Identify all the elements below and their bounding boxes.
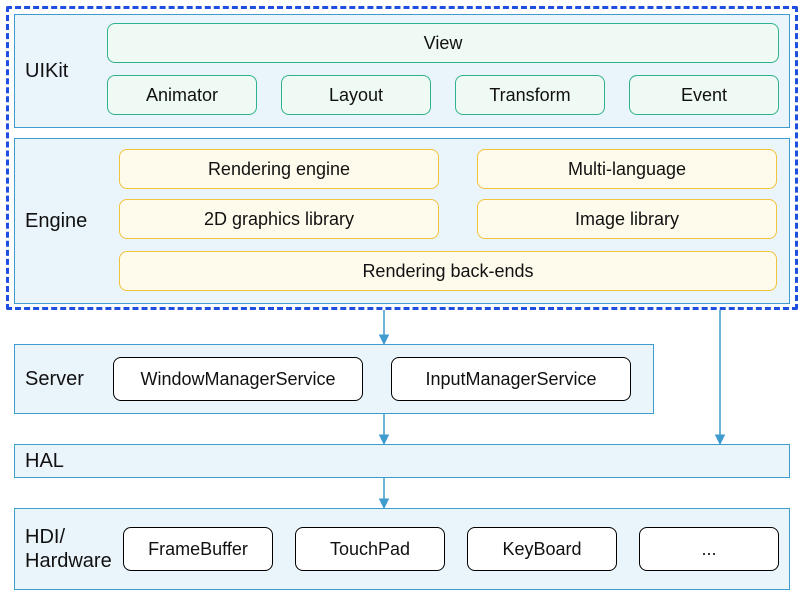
hdi-keyboard-box: KeyBoard bbox=[467, 527, 617, 571]
hdi-hardware-layer-body: FrameBuffer TouchPad KeyBoard ... bbox=[115, 509, 789, 589]
engine-multi-language-box: Multi-language bbox=[477, 149, 777, 189]
uikit-event-box: Event bbox=[629, 75, 779, 115]
diagram-stage: UIKit View Animator Layout Transform Eve… bbox=[0, 0, 807, 603]
hdi-hardware-layer: HDI/ Hardware FrameBuffer TouchPad KeyBo… bbox=[14, 508, 790, 590]
hal-layer: HAL bbox=[14, 444, 790, 478]
server-window-manager-box: WindowManagerService bbox=[113, 357, 363, 401]
hal-layer-label: HAL bbox=[15, 445, 75, 477]
uikit-layer: UIKit View Animator Layout Transform Eve… bbox=[14, 14, 790, 128]
engine-layer-label: Engine bbox=[15, 139, 115, 303]
uikit-layer-label: UIKit bbox=[15, 15, 103, 127]
hdi-hardware-layer-label: HDI/ Hardware bbox=[15, 509, 115, 589]
engine-layer: Engine Rendering engine Multi-language 2… bbox=[14, 138, 790, 304]
engine-rendering-backends-box: Rendering back-ends bbox=[119, 251, 777, 291]
server-layer: Server WindowManagerService InputManager… bbox=[14, 344, 654, 414]
uikit-layer-body: View Animator Layout Transform Event bbox=[103, 15, 789, 127]
uikit-view-box: View bbox=[107, 23, 779, 63]
uikit-animator-box: Animator bbox=[107, 75, 257, 115]
engine-layer-body: Rendering engine Multi-language 2D graph… bbox=[115, 139, 789, 303]
hdi-framebuffer-box: FrameBuffer bbox=[123, 527, 273, 571]
hal-layer-body bbox=[75, 445, 789, 477]
hdi-more-box: ... bbox=[639, 527, 779, 571]
hdi-touchpad-box: TouchPad bbox=[295, 527, 445, 571]
uikit-layout-box: Layout bbox=[281, 75, 431, 115]
engine-rendering-engine-box: Rendering engine bbox=[119, 149, 439, 189]
server-input-manager-box: InputManagerService bbox=[391, 357, 631, 401]
uikit-transform-box: Transform bbox=[455, 75, 605, 115]
server-layer-body: WindowManagerService InputManagerService bbox=[105, 345, 653, 413]
engine-image-library-box: Image library bbox=[477, 199, 777, 239]
server-layer-label: Server bbox=[15, 345, 105, 413]
engine-2d-graphics-box: 2D graphics library bbox=[119, 199, 439, 239]
